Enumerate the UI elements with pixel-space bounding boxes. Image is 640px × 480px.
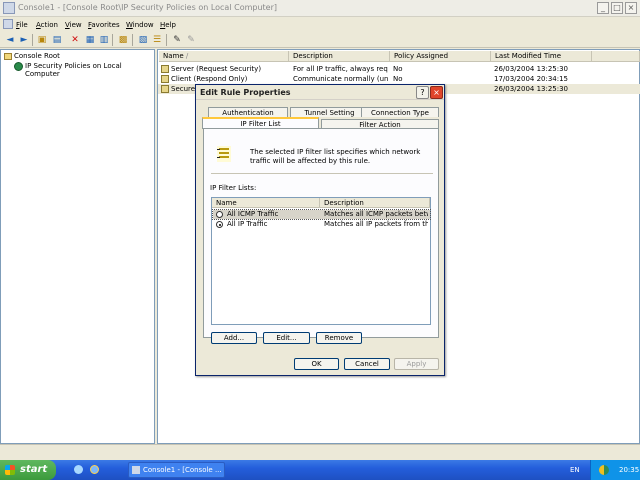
toolbar-separator [32, 34, 33, 46]
policy-icon [161, 85, 169, 93]
clock: 20:35 [619, 466, 640, 474]
info-text: The selected IP filter list specifies wh… [250, 148, 421, 165]
console-task-icon [132, 466, 140, 474]
menu-window[interactable]: Window [126, 21, 154, 29]
ie-quicklaunch-icon[interactable] [90, 465, 99, 474]
dialog-title: Edit Rule Properties [200, 88, 291, 97]
taskbar-console-button[interactable]: Console1 - [Console ... [128, 462, 225, 478]
up-folder-icon[interactable]: ▣ [36, 34, 48, 46]
toolbar-separator [112, 34, 113, 46]
close-button[interactable]: × [625, 2, 637, 14]
edit-button[interactable]: Edit... [263, 332, 310, 344]
filter-list-icon [217, 146, 231, 162]
help-icon[interactable]: ▧ [137, 34, 149, 46]
table-row[interactable]: Client (Respond Only) Communicate normal… [158, 74, 640, 84]
export-icon[interactable]: ▩ [117, 34, 129, 46]
minimize-button[interactable]: _ [597, 2, 609, 14]
taskbar: start Console1 - [Console ... EN 20:35 [0, 460, 640, 480]
ok-button[interactable]: OK [294, 358, 339, 370]
filter-column-name[interactable]: Name [212, 198, 320, 208]
tab-tunnel-setting[interactable]: Tunnel Setting [290, 107, 369, 117]
menu-favorites[interactable]: Favorites [88, 21, 120, 29]
remove-button[interactable]: Remove [316, 332, 362, 344]
column-header-last-modified[interactable]: Last Modified Time [491, 51, 592, 62]
system-tray: 20:35 [590, 460, 640, 480]
divider [211, 173, 433, 174]
toolbar: ◄ ► ▣ ▤ ✕ ▦ ▥ ▩ ▧ ☰ ✎ ✎ [0, 32, 640, 48]
filter-lists-listview[interactable]: Name Description All ICMP Traffic Matche… [211, 197, 431, 325]
menu-view[interactable]: View [65, 21, 82, 29]
windows-logo-icon [5, 465, 15, 475]
tree-item-ip-security[interactable]: IP Security Policies on Local Computer [25, 62, 154, 78]
filter-radio[interactable] [216, 211, 223, 218]
unassign-icon[interactable]: ✎ [185, 34, 197, 46]
window-titlebar[interactable]: Console1 - [Console Root\IP Security Pol… [0, 0, 640, 17]
menu-action[interactable]: Action [36, 21, 58, 29]
mmc-menu-icon[interactable] [3, 19, 13, 29]
tab-connection-type[interactable]: Connection Type [361, 107, 439, 117]
console-app-icon [3, 2, 15, 14]
ip-filter-list-panel: The selected IP filter list specifies wh… [203, 128, 439, 344]
list-item[interactable]: All IP Traffic Matches all IP packets fr… [213, 220, 430, 229]
language-indicator[interactable]: EN [570, 466, 580, 474]
policy-icon [161, 75, 169, 83]
folder-icon [4, 53, 12, 60]
filter-lists-label: IP Filter Lists: [210, 184, 257, 192]
list-item[interactable]: All ICMP Traffic Matches all ICMP packet… [212, 209, 431, 220]
ip-security-icon [14, 62, 23, 71]
menu-file[interactable]: File [16, 21, 28, 29]
column-header-name[interactable]: Name / [159, 51, 289, 62]
start-button[interactable]: start [0, 460, 56, 480]
dialog-help-button[interactable]: ? [416, 86, 429, 99]
toolbar-separator [132, 34, 133, 46]
tab-authentication-methods[interactable]: Authentication Methods [208, 107, 288, 127]
apply-button[interactable]: Apply [394, 358, 439, 370]
column-header-policy-assigned[interactable]: Policy Assigned [390, 51, 491, 62]
cancel-button[interactable]: Cancel [344, 358, 390, 370]
forward-icon[interactable]: ► [18, 34, 30, 46]
policy-icon [161, 65, 169, 73]
desktop-quicklaunch-icon[interactable] [74, 465, 83, 474]
toolbar-separator [166, 34, 167, 46]
window-title: Console1 - [Console Root\IP Security Pol… [18, 3, 277, 12]
column-header-description[interactable]: Description [289, 51, 390, 62]
column-header-empty [592, 51, 640, 62]
status-bar [0, 444, 640, 458]
edit-rule-properties-dialog: Edit Rule Properties ? × Authentication … [195, 84, 445, 376]
back-icon[interactable]: ◄ [4, 34, 16, 46]
tree-pane[interactable]: Console Root IP Security Policies on Loc… [0, 49, 155, 444]
filter-column-description[interactable]: Description [320, 198, 430, 208]
menu-bar: File Action View Favorites Window Help [0, 18, 640, 32]
table-row[interactable]: Server (Request Security) For all IP tra… [158, 64, 640, 74]
maximize-button[interactable]: □ [611, 2, 623, 14]
network-icon[interactable] [599, 465, 609, 475]
menu-help[interactable]: Help [160, 21, 176, 29]
add-button[interactable]: Add... [211, 332, 257, 344]
tree-item-console-root[interactable]: Console Root [14, 52, 60, 60]
delete-icon[interactable]: ✕ [69, 34, 81, 46]
properties-icon[interactable]: ▦ [84, 34, 96, 46]
dialog-close-button[interactable]: × [430, 86, 443, 99]
dialog-titlebar[interactable]: Edit Rule Properties ? × [196, 85, 444, 100]
show-hide-tree-icon[interactable]: ▤ [51, 34, 63, 46]
manage-filters-icon[interactable]: ☰ [151, 34, 163, 46]
filter-radio[interactable] [216, 221, 223, 228]
assign-icon[interactable]: ✎ [171, 34, 183, 46]
refresh-icon[interactable]: ▥ [98, 34, 110, 46]
